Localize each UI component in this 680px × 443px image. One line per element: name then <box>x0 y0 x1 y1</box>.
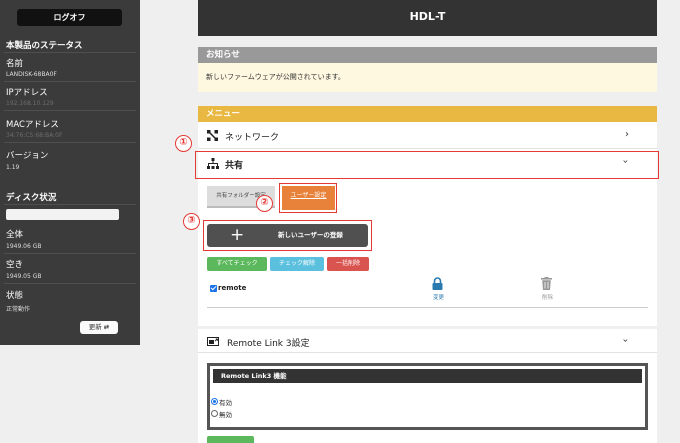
annotation-badge-3: ③ <box>183 213 200 230</box>
version-label: バージョン <box>6 151 49 161</box>
radio-disable[interactable] <box>211 410 218 417</box>
annotation-badge-1: ① <box>175 135 192 152</box>
divider <box>4 81 136 82</box>
refresh-icon: ⇄ <box>103 323 110 331</box>
save-button[interactable] <box>207 436 254 443</box>
divider <box>4 204 136 205</box>
annotation-box-share <box>195 151 659 179</box>
radio-enable-label: 有効 <box>219 399 232 407</box>
name-label: 名前 <box>6 59 24 69</box>
app-header: HDL-T <box>198 0 657 36</box>
version-value: 1.19 <box>6 164 20 171</box>
status-heading: 本製品のステータス <box>6 41 83 51</box>
change-label[interactable]: 変更 <box>433 293 444 301</box>
user-checkbox[interactable] <box>210 285 217 292</box>
trash-icon[interactable] <box>541 277 552 290</box>
delete-label[interactable]: 削除 <box>542 293 553 301</box>
annotation-box-user-settings <box>279 183 337 213</box>
divider <box>4 142 136 143</box>
notice-message[interactable]: 新しいファームウェアが公開されています。 <box>198 63 657 92</box>
annotation-box-new-user <box>203 220 372 251</box>
remote-title: Remote Link 3設定 <box>227 339 310 349</box>
free-label: 空き <box>6 260 24 270</box>
sidebar: ログオフ 本製品のステータス 名前 LANDISK-68BA0F IPアドレス … <box>0 0 140 345</box>
refresh-button[interactable]: 更新 ⇄ <box>80 321 118 334</box>
user-name: remote <box>218 284 247 292</box>
page-title: HDL-T <box>409 10 446 23</box>
network-row[interactable]: ネットワーク › <box>198 122 657 149</box>
notice-heading: お知らせ <box>198 47 657 63</box>
remote-box-heading: Remote Link3 機能 <box>213 369 642 383</box>
logoff-button[interactable]: ログオフ <box>17 9 122 26</box>
annotation-badge-2: ② <box>256 195 273 212</box>
disk-usage-bar <box>6 209 119 220</box>
state-value: 正常動作 <box>6 306 31 313</box>
check-all-button[interactable]: すべてチェック <box>207 257 267 271</box>
mac-value: 34:76:C5:68:BA:0F <box>6 132 63 139</box>
state-label: 状態 <box>6 291 24 301</box>
divider <box>4 110 136 111</box>
free-value: 1949.05 GB <box>6 273 42 280</box>
mac-label: MACアドレス <box>6 120 59 130</box>
network-icon <box>207 130 218 141</box>
divider <box>207 307 648 308</box>
ip-label: IPアドレス <box>6 88 48 98</box>
divider <box>4 283 136 284</box>
divider <box>4 52 136 53</box>
total-value: 1949.06 GB <box>6 243 42 250</box>
name-value: LANDISK-68BA0F <box>6 71 57 78</box>
ip-value: 192.168.10.129 <box>6 100 54 107</box>
total-label: 全体 <box>6 230 24 240</box>
menu-heading: メニュー <box>198 106 657 122</box>
lock-icon[interactable] <box>432 277 443 290</box>
network-label: ネットワーク <box>225 133 280 143</box>
remote-screen-icon <box>207 337 219 346</box>
remote-settings-box: Remote Link3 機能 <box>207 363 648 430</box>
chevron-down-icon: › <box>619 338 631 343</box>
radio-disable-label: 無効 <box>219 411 232 419</box>
disk-heading: ディスク状況 <box>6 193 57 203</box>
bulk-delete-button[interactable]: 一括削除 <box>327 257 369 271</box>
divider <box>4 253 136 254</box>
uncheck-button[interactable]: チェック解除 <box>270 257 324 271</box>
refresh-label: 更新 <box>88 323 102 331</box>
radio-enable[interactable] <box>211 398 218 405</box>
chevron-right-icon: › <box>625 129 629 140</box>
